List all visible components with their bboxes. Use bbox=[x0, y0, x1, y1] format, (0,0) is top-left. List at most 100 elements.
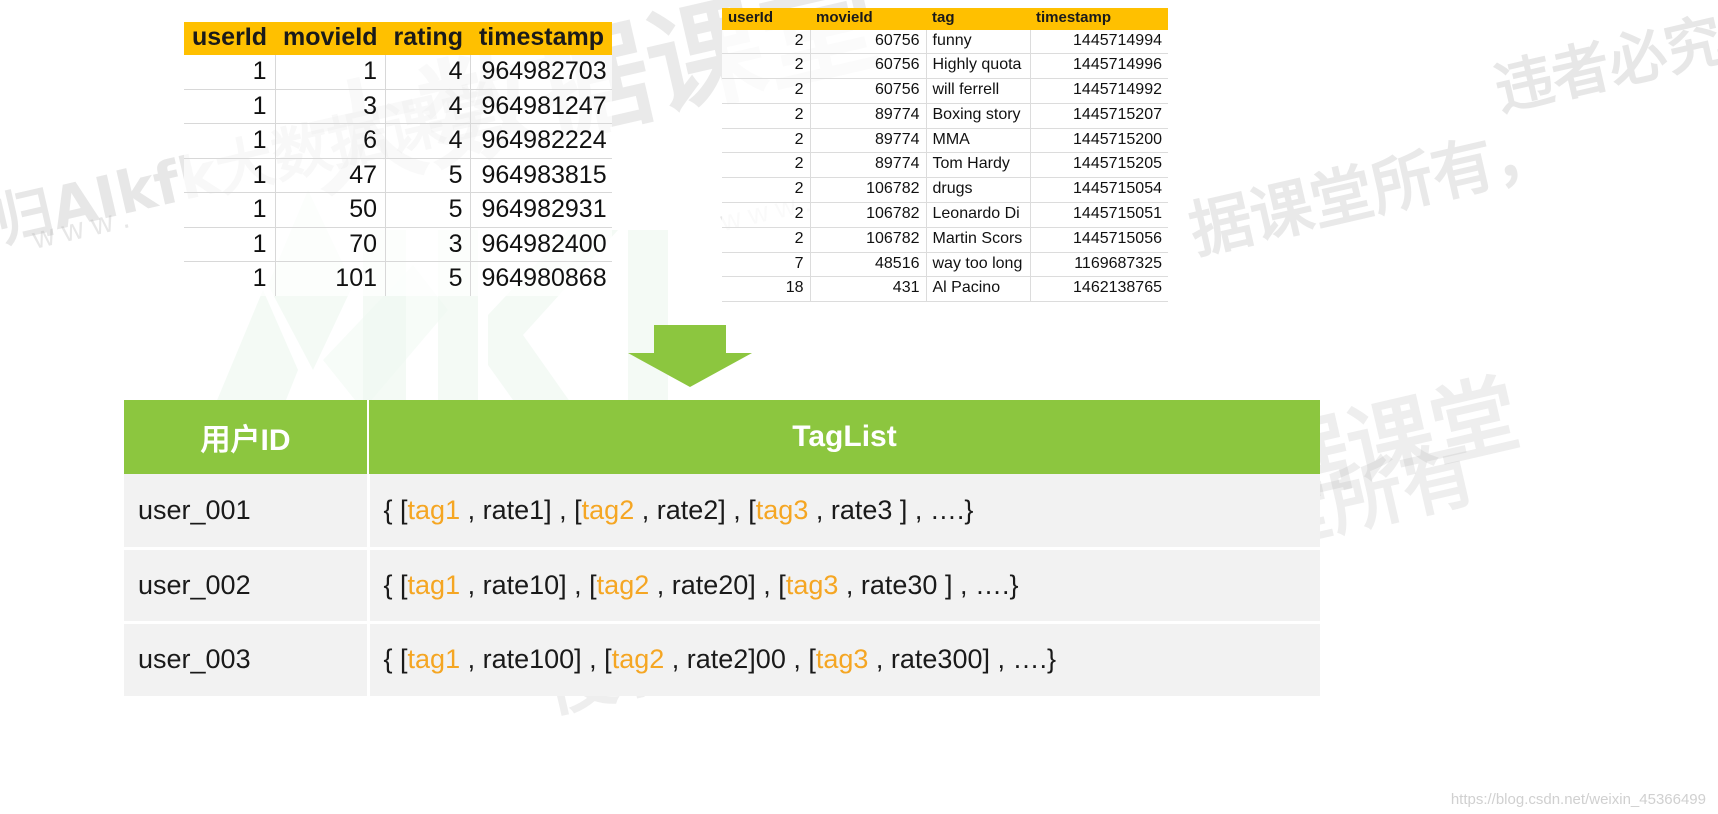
table-cell: 1445714996 bbox=[1030, 53, 1168, 80]
table-row: 1 6 4 964982224 bbox=[184, 123, 613, 159]
tags-col-timestamp: timestamp bbox=[1030, 8, 1168, 30]
taglist-text: { [ bbox=[383, 494, 408, 525]
result-col-userid: 用户ID bbox=[124, 400, 369, 474]
table-cell: 6 bbox=[275, 123, 387, 159]
table-cell: Highly quota bbox=[926, 53, 1031, 80]
ratings-col-timestamp: timestamp bbox=[470, 22, 613, 56]
table-row: 1 101 5 964980868 bbox=[184, 261, 613, 296]
table-cell: 4 bbox=[385, 123, 472, 159]
tag-token: tag3 bbox=[755, 494, 809, 525]
table-row: 1 70 3 964982400 bbox=[184, 227, 613, 263]
table-row: 1 50 5 964982931 bbox=[184, 192, 613, 228]
taglist-text: , rate10] , [ bbox=[460, 569, 597, 600]
table-cell: 4 bbox=[385, 89, 472, 125]
table-cell: 1169687325 bbox=[1030, 252, 1168, 278]
table-row: 2 60756 Highly quota 1445714996 bbox=[722, 53, 1168, 80]
result-user-id: user_002 bbox=[124, 548, 370, 624]
tags-spreadsheet: userId movieId tag timestamp 2 60756 funny… bbox=[722, 8, 1168, 303]
tag-token: tag1 bbox=[407, 494, 461, 525]
table-row: 2 60756 funny 1445714994 bbox=[722, 29, 1168, 55]
table-cell: 1445715205 bbox=[1030, 152, 1168, 179]
tag-token: tag2 bbox=[581, 494, 635, 525]
result-user-id: user_003 bbox=[124, 622, 370, 696]
table-row: 7 48516 way too long 1169687325 bbox=[722, 252, 1168, 278]
result-taglist: { [tag1 , rate1] , [tag2 , rate2] , [tag… bbox=[368, 474, 1320, 550]
table-cell: 1 bbox=[184, 227, 276, 263]
transform-arrow-icon bbox=[628, 325, 752, 387]
table-cell: 1 bbox=[184, 261, 276, 296]
table-cell: 5 bbox=[385, 261, 472, 296]
table-row: 2 89774 Tom Hardy 1445715205 bbox=[722, 152, 1168, 179]
tags-col-movieid: movieId bbox=[810, 8, 926, 30]
table-cell: 2 bbox=[722, 177, 811, 204]
tag-token: tag3 bbox=[785, 569, 839, 600]
watermark-www-left: w w w . bbox=[29, 201, 133, 256]
table-cell: 18 bbox=[722, 276, 811, 303]
table-cell: 1445715051 bbox=[1030, 202, 1168, 228]
ratings-col-movieid: movieId bbox=[275, 22, 386, 56]
tag-token: tag2 bbox=[611, 644, 665, 675]
table-cell: 964981247 bbox=[470, 89, 613, 125]
table-cell: 3 bbox=[275, 89, 387, 125]
table-cell: 5 bbox=[385, 158, 472, 194]
slide-canvas: 大数据课堂 归AIkfk大数据课堂 违者必究 据课堂所有， 侵权归AIkfk大数… bbox=[0, 0, 1718, 814]
taglist-text: , rate2] , [ bbox=[634, 494, 756, 525]
table-row: 18 431 Al Pacino 1462138765 bbox=[722, 276, 1168, 303]
table-cell: 106782 bbox=[810, 227, 927, 253]
watermark-cn-right-top: 违者必究 bbox=[1488, 5, 1718, 125]
table-row: 1 47 5 964983815 bbox=[184, 158, 613, 194]
table-cell: 1 bbox=[275, 55, 387, 90]
table-cell: 1445714992 bbox=[1030, 78, 1168, 104]
table-row: user_003{ [tag1 , rate100] , [tag2 , rat… bbox=[124, 622, 1320, 696]
table-cell: way too long bbox=[926, 252, 1031, 278]
table-row: user_002{ [tag1 , rate10] , [tag2 , rate… bbox=[124, 548, 1320, 624]
table-cell: 7 bbox=[722, 252, 811, 278]
table-cell: MMA bbox=[926, 128, 1031, 154]
ratings-col-userid: userId bbox=[184, 22, 276, 56]
tag-token: tag2 bbox=[596, 569, 650, 600]
table-cell: 2 bbox=[722, 152, 811, 179]
table-cell: 1445715054 bbox=[1030, 177, 1168, 204]
table-cell: 50 bbox=[275, 192, 387, 228]
table-row: 2 89774 Boxing story 1445715207 bbox=[722, 103, 1168, 129]
table-cell: 2 bbox=[722, 128, 811, 154]
table-cell: 964982400 bbox=[470, 227, 613, 263]
taglist-text: { [ bbox=[383, 644, 408, 675]
table-cell: 106782 bbox=[810, 202, 927, 228]
taglist-text: , rate1] , [ bbox=[460, 494, 582, 525]
table-cell: 964982703 bbox=[470, 55, 613, 90]
taglist-result-table: 用户ID TagList user_001{ [tag1 , rate1] , … bbox=[124, 400, 1320, 696]
table-row: 1 1 4 964982703 bbox=[184, 55, 613, 90]
table-cell: 1445715056 bbox=[1030, 227, 1168, 253]
table-cell: funny bbox=[926, 29, 1031, 55]
taglist-text: , rate3 ] , ….} bbox=[808, 494, 974, 525]
table-cell: 60756 bbox=[810, 53, 927, 80]
result-taglist: { [tag1 , rate10] , [tag2 , rate20] , [t… bbox=[368, 548, 1320, 624]
table-cell: 964982931 bbox=[470, 192, 613, 228]
table-cell: 1 bbox=[184, 55, 276, 90]
table-cell: 2 bbox=[722, 227, 811, 253]
table-cell: Leonardo Di bbox=[926, 202, 1031, 228]
taglist-text: , rate20] , [ bbox=[649, 569, 786, 600]
result-taglist: { [tag1 , rate100] , [tag2 , rate2]00 , … bbox=[368, 622, 1320, 696]
table-cell: 2 bbox=[722, 29, 811, 55]
table-cell: 964982224 bbox=[470, 123, 613, 159]
table-cell: 1445715207 bbox=[1030, 103, 1168, 129]
table-cell: 1 bbox=[184, 89, 276, 125]
result-user-id: user_001 bbox=[124, 474, 370, 550]
tags-col-userid: userId bbox=[722, 8, 810, 30]
table-cell: 5 bbox=[385, 192, 472, 228]
taglist-text: , rate300] , ….} bbox=[868, 644, 1057, 675]
csdn-url-watermark: https://blog.csdn.net/weixin_45366499 bbox=[1450, 791, 1706, 808]
table-cell: 60756 bbox=[810, 78, 927, 104]
table-cell: 101 bbox=[275, 261, 387, 296]
taglist-text: { [ bbox=[383, 569, 408, 600]
table-cell: 47 bbox=[275, 158, 387, 194]
ratings-col-rating: rating bbox=[385, 22, 471, 56]
table-cell: 70 bbox=[275, 227, 387, 263]
tags-col-tag: tag bbox=[926, 8, 1030, 30]
table-cell: 2 bbox=[722, 202, 811, 228]
table-cell: 964983815 bbox=[470, 158, 613, 194]
result-col-taglist: TagList bbox=[368, 400, 1320, 474]
table-cell: 1 bbox=[184, 123, 276, 159]
